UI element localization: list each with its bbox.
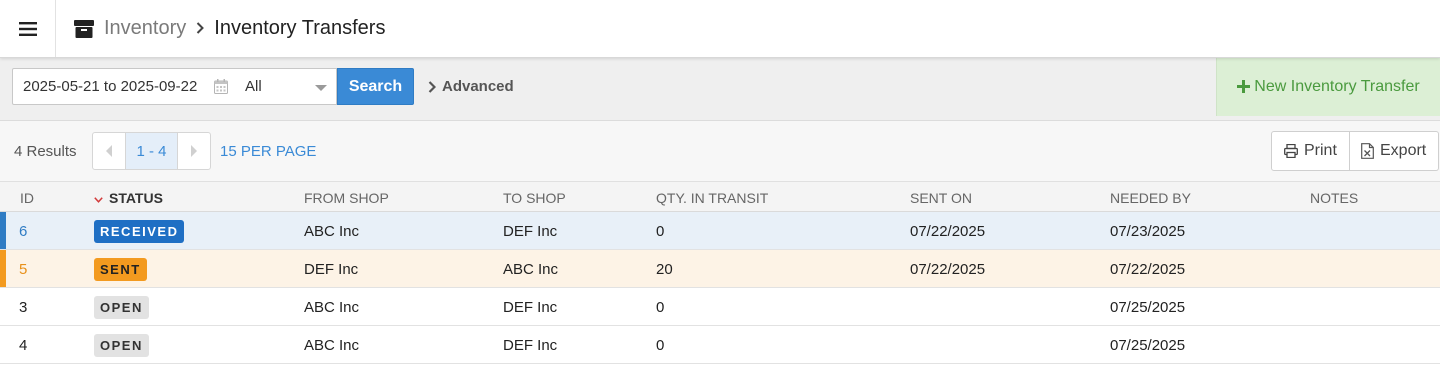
row-needed-by: 07/25/2025	[1110, 298, 1186, 316]
column-header-notes[interactable]: NOTES	[1310, 182, 1358, 213]
print-label: Print	[1304, 142, 1337, 159]
chevron-left-icon	[106, 145, 112, 157]
row-qty-in-transit: 0	[656, 336, 665, 354]
pagination: 1 - 4	[92, 132, 211, 170]
row-needed-by: 07/23/2025	[1110, 222, 1186, 240]
row-qty-in-transit: 0	[656, 222, 665, 240]
status-select[interactable]: All	[236, 68, 337, 105]
table-row[interactable]: 3 OPEN ABC Inc DEF Inc 0 07/25/2025	[0, 288, 1440, 326]
row-id[interactable]: 5	[19, 250, 27, 288]
row-status: OPEN	[94, 288, 149, 326]
row-status: OPEN	[94, 326, 149, 364]
row-status: RECEIVED	[94, 212, 185, 250]
row-needed-by: 07/25/2025	[1110, 336, 1186, 354]
column-header-status-label: STATUS	[109, 189, 163, 206]
row-status-stripe	[0, 250, 6, 287]
printer-icon	[1284, 144, 1298, 158]
column-header-qty-in-transit[interactable]: QTY. IN TRANSIT	[656, 182, 768, 213]
row-to-shop: DEF Inc	[503, 298, 558, 316]
export-button[interactable]: Export	[1350, 131, 1439, 171]
column-header-from-shop[interactable]: FROM SHOP	[304, 182, 389, 213]
row-from-shop: DEF Inc	[304, 260, 359, 278]
breadcrumb-inventory-link[interactable]: Inventory	[104, 17, 186, 40]
table-header: ID STATUS FROM SHOP TO SHOP QTY. IN TRAN…	[0, 181, 1440, 212]
results-count: 4 Results	[14, 142, 77, 160]
advanced-toggle[interactable]: Advanced	[428, 68, 514, 105]
caret-down-icon	[315, 85, 327, 91]
row-qty-in-transit: 20	[656, 260, 673, 278]
table-tools: Print Export	[1271, 131, 1439, 171]
archive-box-icon	[74, 19, 94, 38]
next-page-button[interactable]	[178, 133, 210, 169]
calendar-icon	[214, 79, 228, 94]
row-sent-on: 07/22/2025	[910, 222, 986, 240]
row-to-shop: DEF Inc	[503, 222, 558, 240]
row-status: SENT	[94, 250, 147, 288]
table-row[interactable]: 5 SENT DEF Inc ABC Inc 20 07/22/2025 07/…	[0, 250, 1440, 288]
table-row[interactable]: 4 OPEN ABC Inc DEF Inc 0 07/25/2025	[0, 326, 1440, 364]
row-from-shop: ABC Inc	[304, 222, 360, 240]
status-select-value: All	[245, 78, 262, 95]
date-range-value: 2025-05-21 to 2025-09-22	[23, 78, 198, 95]
print-button[interactable]: Print	[1271, 131, 1350, 171]
row-id[interactable]: 6	[19, 212, 27, 250]
transfers-table: ID STATUS FROM SHOP TO SHOP QTY. IN TRAN…	[0, 181, 1440, 364]
row-sent-on: 07/22/2025	[910, 260, 986, 278]
column-header-status[interactable]: STATUS	[94, 182, 163, 213]
new-inventory-transfer-button[interactable]: New Inventory Transfer	[1216, 58, 1440, 116]
page-title: Inventory Transfers	[214, 17, 386, 39]
new-inventory-transfer-label: New Inventory Transfer	[1254, 78, 1420, 95]
export-label: Export	[1380, 142, 1427, 159]
page-range[interactable]: 1 - 4	[125, 133, 178, 169]
chevron-right-icon	[428, 80, 436, 93]
column-header-needed-by[interactable]: NEEDED BY	[1110, 182, 1191, 213]
row-status-stripe	[0, 212, 6, 249]
column-header-sent-on[interactable]: SENT ON	[910, 182, 972, 213]
status-badge: OPEN	[94, 295, 149, 319]
status-badge: OPEN	[94, 333, 149, 357]
hamburger-menu-icon	[18, 21, 37, 36]
excel-file-icon	[1361, 143, 1374, 159]
sort-down-icon	[94, 190, 103, 206]
row-needed-by: 07/22/2025	[1110, 260, 1186, 278]
date-range-input[interactable]: 2025-05-21 to 2025-09-22	[12, 68, 237, 105]
chevron-right-icon	[196, 21, 205, 37]
row-id[interactable]: 4	[19, 326, 27, 364]
top-header: Inventory Inventory Transfers	[0, 0, 1440, 58]
search-button[interactable]: Search	[337, 68, 414, 105]
results-bar: 4 Results 1 - 4 15 PER PAGE Print Export	[0, 121, 1440, 181]
row-qty-in-transit: 0	[656, 298, 665, 316]
advanced-label: Advanced	[442, 78, 514, 95]
breadcrumb: Inventory Inventory Transfers	[74, 0, 385, 57]
table-row[interactable]: 6 RECEIVED ABC Inc DEF Inc 0 07/22/2025 …	[0, 212, 1440, 250]
status-badge: SENT	[94, 257, 147, 281]
row-id[interactable]: 3	[19, 288, 27, 326]
per-page-selector[interactable]: 15 PER PAGE	[220, 121, 316, 181]
row-to-shop: ABC Inc	[503, 260, 559, 278]
chevron-right-icon	[191, 145, 197, 157]
row-from-shop: ABC Inc	[304, 298, 360, 316]
column-header-id[interactable]: ID	[20, 182, 34, 213]
plus-icon	[1237, 77, 1251, 97]
previous-page-button[interactable]	[93, 133, 125, 169]
row-to-shop: DEF Inc	[503, 336, 558, 354]
column-header-to-shop[interactable]: TO SHOP	[503, 182, 566, 213]
row-from-shop: ABC Inc	[304, 336, 360, 354]
status-badge: RECEIVED	[94, 219, 185, 243]
filter-bar: 2025-05-21 to 2025-09-22 All Search Adva…	[0, 58, 1440, 121]
hamburger-menu-button[interactable]	[0, 0, 56, 57]
